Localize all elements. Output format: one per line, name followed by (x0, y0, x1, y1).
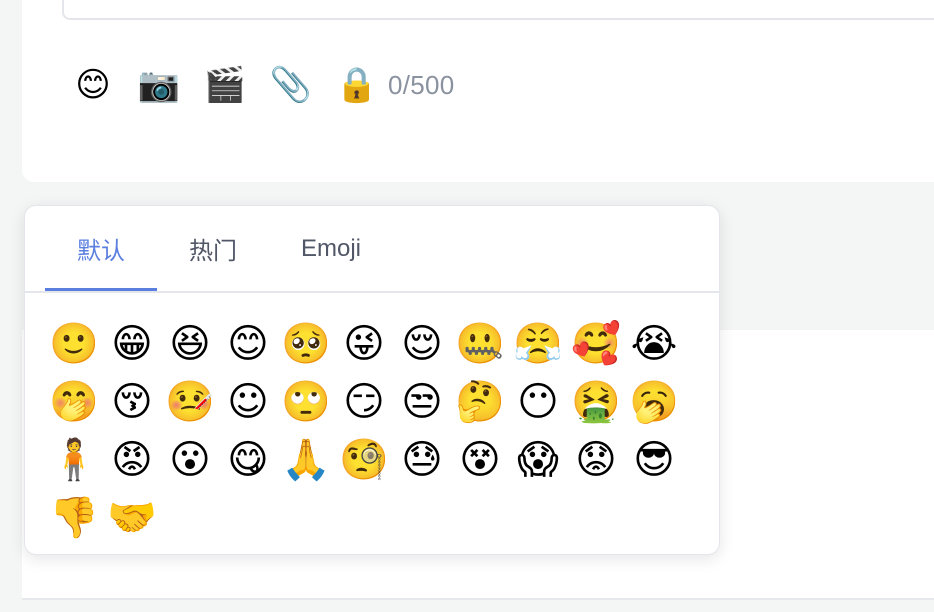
tab-emoji[interactable]: Emoji (269, 206, 393, 291)
side-eye-face-icon[interactable]: 😒 (393, 373, 451, 431)
snicker-face-icon[interactable]: 🤭 (45, 373, 103, 431)
emoji-icon[interactable]: 😊 (72, 64, 114, 106)
black-face-icon[interactable]: 😶 (509, 373, 567, 431)
lock-icon[interactable]: 🔒 (336, 64, 378, 106)
drool-face-icon[interactable]: 😋 (219, 431, 277, 489)
pray-face-icon[interactable]: 🙏 (277, 431, 335, 489)
zipped-face-icon[interactable]: 🤐 (451, 315, 509, 373)
love-face-icon[interactable]: 🥰 (567, 315, 625, 373)
char-counter: 0/500 (388, 69, 455, 100)
emoji-grid: 🙂 😁 😆 😊 🥺 😜 😌 🤐 😤 🥰 😭 🤭 😚 🤒 ☺ 🙄 😏 😒 🤔 😶 🤮 🥱 🧍 😡 😮 😋 🙏 🧐 😓 😵 😱 😟 😎 👎 🤝 (45, 315, 705, 547)
thinking-face-icon[interactable]: 🤔 (451, 373, 509, 431)
active-tab-indicator (45, 288, 157, 291)
camera-icon[interactable]: 📷 (138, 64, 180, 106)
divider (22, 598, 934, 600)
smile-face-icon[interactable]: 🙂 (45, 315, 103, 373)
sunglasses-face-icon[interactable]: 😎 (625, 431, 683, 489)
eyeroll-face-icon[interactable]: 🙄 (277, 373, 335, 431)
handshake-icon[interactable]: 🤝 (103, 489, 161, 547)
laugh-face-icon[interactable]: 😆 (161, 315, 219, 373)
grin-face-icon[interactable]: 😁 (103, 315, 161, 373)
emoji-tabs: 默认 热门 Emoji (25, 206, 719, 293)
tab-default[interactable]: 默认 (45, 206, 157, 291)
angry-face-icon[interactable]: 😡 (103, 431, 161, 489)
scream-face-icon[interactable]: 😱 (509, 431, 567, 489)
slap-face-icon[interactable]: 😵 (451, 431, 509, 489)
content-face-icon[interactable]: 😌 (393, 315, 451, 373)
pleading-face-icon[interactable]: 🥺 (277, 315, 335, 373)
yawn-face-icon[interactable]: 🥱 (625, 373, 683, 431)
paperclip-icon[interactable]: 📎 (270, 64, 312, 106)
blush-face-icon[interactable]: 😊 (219, 315, 277, 373)
sick-face-icon[interactable]: 🤒 (161, 373, 219, 431)
question-face-icon[interactable]: 😮 (161, 431, 219, 489)
emoji-panel: 默认 热门 Emoji 🙂 😁 😆 😊 🥺 😜 😌 🤐 😤 🥰 😭 🤭 😚 🤒 ☺ 🙄 😏 😒 🤔 😶 🤮 🥱 🧍 😡 😮 😋 🙏 🧐… (24, 205, 720, 555)
kiss-face-icon[interactable]: 😚 (103, 373, 161, 431)
vomit-face-icon[interactable]: 🤮 (567, 373, 625, 431)
tab-hot[interactable]: 热门 (157, 206, 269, 291)
thumbs-down-icon[interactable]: 👎 (45, 489, 103, 547)
sad-face-icon[interactable]: 😟 (567, 431, 625, 489)
sweat-face-icon[interactable]: 😓 (393, 431, 451, 489)
crying-face-icon[interactable]: 😭 (625, 315, 683, 373)
tongue-wink-face-icon[interactable]: 😜 (335, 315, 393, 373)
smug-face-icon[interactable]: 😏 (335, 373, 393, 431)
editor-toolbar: 😊 📷 🎬 📎 🔒 0/500 (72, 64, 455, 106)
clapper-icon[interactable]: 🎬 (204, 64, 246, 106)
annoyed-face-icon[interactable]: 😤 (509, 315, 567, 373)
comment-textarea[interactable] (62, 0, 934, 20)
small-man-icon[interactable]: 🧍 (45, 431, 103, 489)
hmm-face-icon[interactable]: 🧐 (335, 431, 393, 489)
comment-editor-card: 😊 📷 🎬 📎 🔒 0/500 (22, 0, 934, 182)
shy-face-icon[interactable]: ☺ (219, 373, 277, 431)
